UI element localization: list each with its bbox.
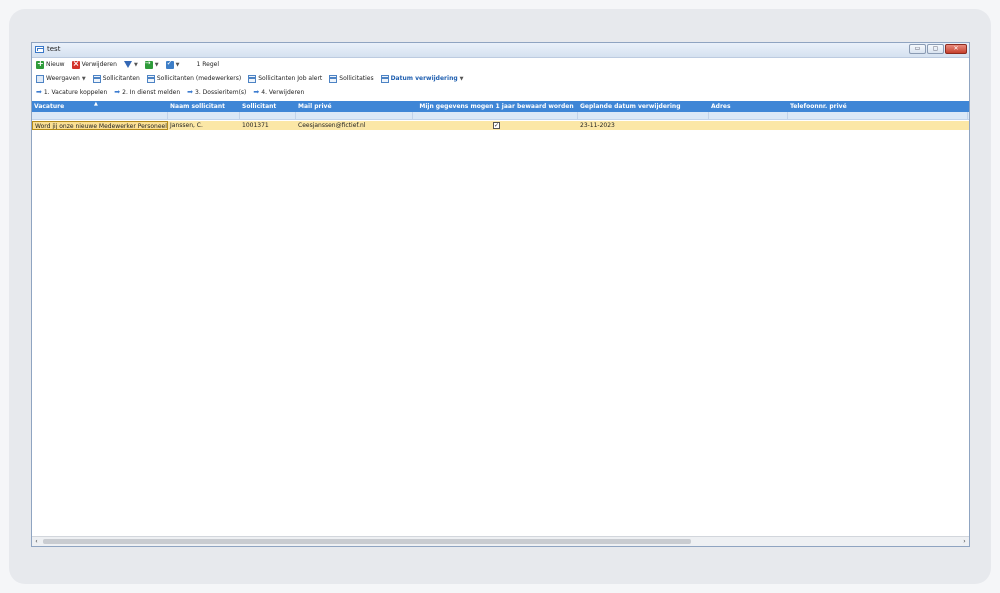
action-label: 1. Vacature koppelen: [43, 88, 108, 96]
action-verwijderen[interactable]: ➡ 4. Verwijderen: [251, 88, 306, 96]
view-label-active: Datum verwijdering: [390, 75, 458, 82]
chevron-down-icon: ▼: [81, 75, 86, 82]
table-row[interactable]: Word jij onze nieuwe Medewerker Personee…: [32, 121, 969, 130]
scroll-right-icon[interactable]: ›: [960, 537, 969, 546]
views-label: Weergaven: [46, 75, 80, 82]
column-label: Vacature: [34, 103, 65, 110]
cell-adres[interactable]: [709, 121, 788, 130]
app-window: test ▭ ▢ ✕ Nieuw Verwijderen ▼ ▼ ▼ 1 Reg…: [31, 42, 970, 547]
close-button[interactable]: ✕: [945, 44, 967, 54]
cell-datum[interactable]: 23-11-2023: [578, 121, 709, 130]
new-button[interactable]: Nieuw: [34, 59, 67, 69]
column-header-vacature[interactable]: Vacature ▲: [32, 101, 168, 112]
column-header-mail[interactable]: Mail privé: [296, 101, 413, 112]
column-header-bewaren[interactable]: Mijn gegevens mogen 1 jaar bewaard worde…: [413, 101, 578, 112]
action-vacature-koppelen[interactable]: ➡ 1. Vacature koppelen: [34, 88, 109, 96]
view-label: Sollicitanten (medewerkers): [156, 75, 242, 82]
export-button[interactable]: ▼: [143, 59, 161, 69]
delete-label: Verwijderen: [81, 61, 117, 68]
action-label: 4. Verwijderen: [261, 88, 305, 96]
column-header-sollicitant[interactable]: Sollicitant: [240, 101, 296, 112]
filter-button[interactable]: ▼: [122, 61, 140, 68]
action-dossieritems[interactable]: ➡ 3. Dossieritem(s): [185, 88, 248, 96]
chevron-down-icon: ▼: [459, 75, 464, 82]
filter-cell[interactable]: [709, 112, 788, 119]
delete-button[interactable]: Verwijderen: [70, 59, 119, 69]
record-count: 1 Regel: [196, 61, 219, 68]
view-label: Sollicitanten: [102, 75, 140, 82]
view-sollicitanten-job-alert[interactable]: Sollicitanten Job alert: [246, 74, 324, 83]
window-controls: ▭ ▢ ✕: [909, 44, 967, 55]
export-icon: [144, 59, 153, 69]
column-header-adres[interactable]: Adres: [709, 101, 788, 112]
scroll-left-icon[interactable]: ‹: [32, 537, 41, 546]
views-toolbar: Weergaven ▼ Sollicitanten Sollicitanten …: [32, 72, 969, 85]
filter-cell[interactable]: [578, 112, 709, 119]
select-button[interactable]: ▼: [164, 59, 182, 69]
arrow-right-icon: ➡: [114, 88, 121, 96]
table-icon: [329, 74, 338, 83]
filter-cell[interactable]: [240, 112, 296, 119]
scrollbar-thumb[interactable]: [43, 539, 691, 544]
chevron-down-icon: ▼: [154, 61, 159, 68]
table-icon: [248, 74, 257, 83]
restore-button[interactable]: ▢: [927, 44, 944, 54]
views-button[interactable]: Weergaven ▼: [34, 74, 88, 83]
column-header-datum[interactable]: Geplande datum verwijdering: [578, 101, 709, 112]
table-icon: [92, 74, 101, 83]
action-label: 2. In dienst melden: [122, 88, 181, 96]
arrow-right-icon: ➡: [253, 88, 260, 96]
checkbox[interactable]: ✓: [493, 122, 500, 129]
window-title: test: [47, 45, 61, 53]
checkbox-icon: [165, 59, 174, 69]
column-header-telefoon[interactable]: Telefoonnr. privé: [788, 101, 968, 112]
table-icon: [380, 74, 389, 83]
column-header-naam[interactable]: Naam sollicitant: [168, 101, 240, 112]
arrow-right-icon: ➡: [187, 88, 194, 96]
filter-cell[interactable]: [788, 112, 968, 119]
arrow-right-icon: ➡: [36, 88, 42, 96]
view-sollicitanten[interactable]: Sollicitanten: [91, 74, 142, 83]
view-sollicitaties[interactable]: Sollicitaties: [327, 74, 375, 83]
cell-sollicitant[interactable]: 1001371: [240, 121, 296, 130]
action-label: 3. Dossieritem(s): [195, 88, 247, 96]
sort-ascending-icon: ▲: [94, 101, 98, 107]
title-bar: test ▭ ▢ ✕: [32, 43, 969, 58]
view-label: Sollicitanten Job alert: [258, 75, 323, 82]
cell-naam[interactable]: Janssen, C.: [168, 121, 240, 130]
filter-cell[interactable]: [296, 112, 413, 119]
grid-filter-row: [32, 112, 969, 120]
new-label: Nieuw: [46, 61, 65, 68]
horizontal-scrollbar[interactable]: ‹ ›: [32, 536, 969, 546]
views-icon: [36, 74, 44, 83]
filter-cell[interactable]: [413, 112, 578, 119]
view-label: Sollicitaties: [339, 75, 374, 82]
chevron-down-icon: ▼: [133, 61, 138, 68]
cell-telefoon[interactable]: [788, 121, 968, 130]
action-in-dienst-melden[interactable]: ➡ 2. In dienst melden: [112, 88, 182, 96]
view-sollicitanten-medewerkers[interactable]: Sollicitanten (medewerkers): [145, 74, 243, 83]
plus-icon: [36, 59, 44, 69]
app-icon: [35, 46, 44, 53]
minimize-button[interactable]: ▭: [909, 44, 926, 54]
view-datum-verwijdering[interactable]: Datum verwijdering ▼: [379, 74, 466, 83]
table-icon: [146, 74, 155, 83]
filter-cell[interactable]: [168, 112, 240, 119]
filter-cell[interactable]: [32, 112, 168, 119]
grid-header: Vacature ▲ Naam sollicitant Sollicitant M…: [32, 101, 969, 112]
filter-icon: [123, 61, 132, 68]
cell-vacature[interactable]: Word jij onze nieuwe Medewerker Personee…: [32, 121, 168, 130]
cell-bewaren[interactable]: ✓: [413, 121, 578, 130]
actions-toolbar: ➡ 1. Vacature koppelen ➡ 2. In dienst me…: [32, 86, 969, 98]
cell-mail[interactable]: Ceesjanssen@fictief.nl: [296, 121, 413, 130]
main-toolbar: Nieuw Verwijderen ▼ ▼ ▼ 1 Regel: [32, 58, 969, 71]
chevron-down-icon: ▼: [175, 61, 180, 68]
delete-icon: [71, 59, 80, 69]
